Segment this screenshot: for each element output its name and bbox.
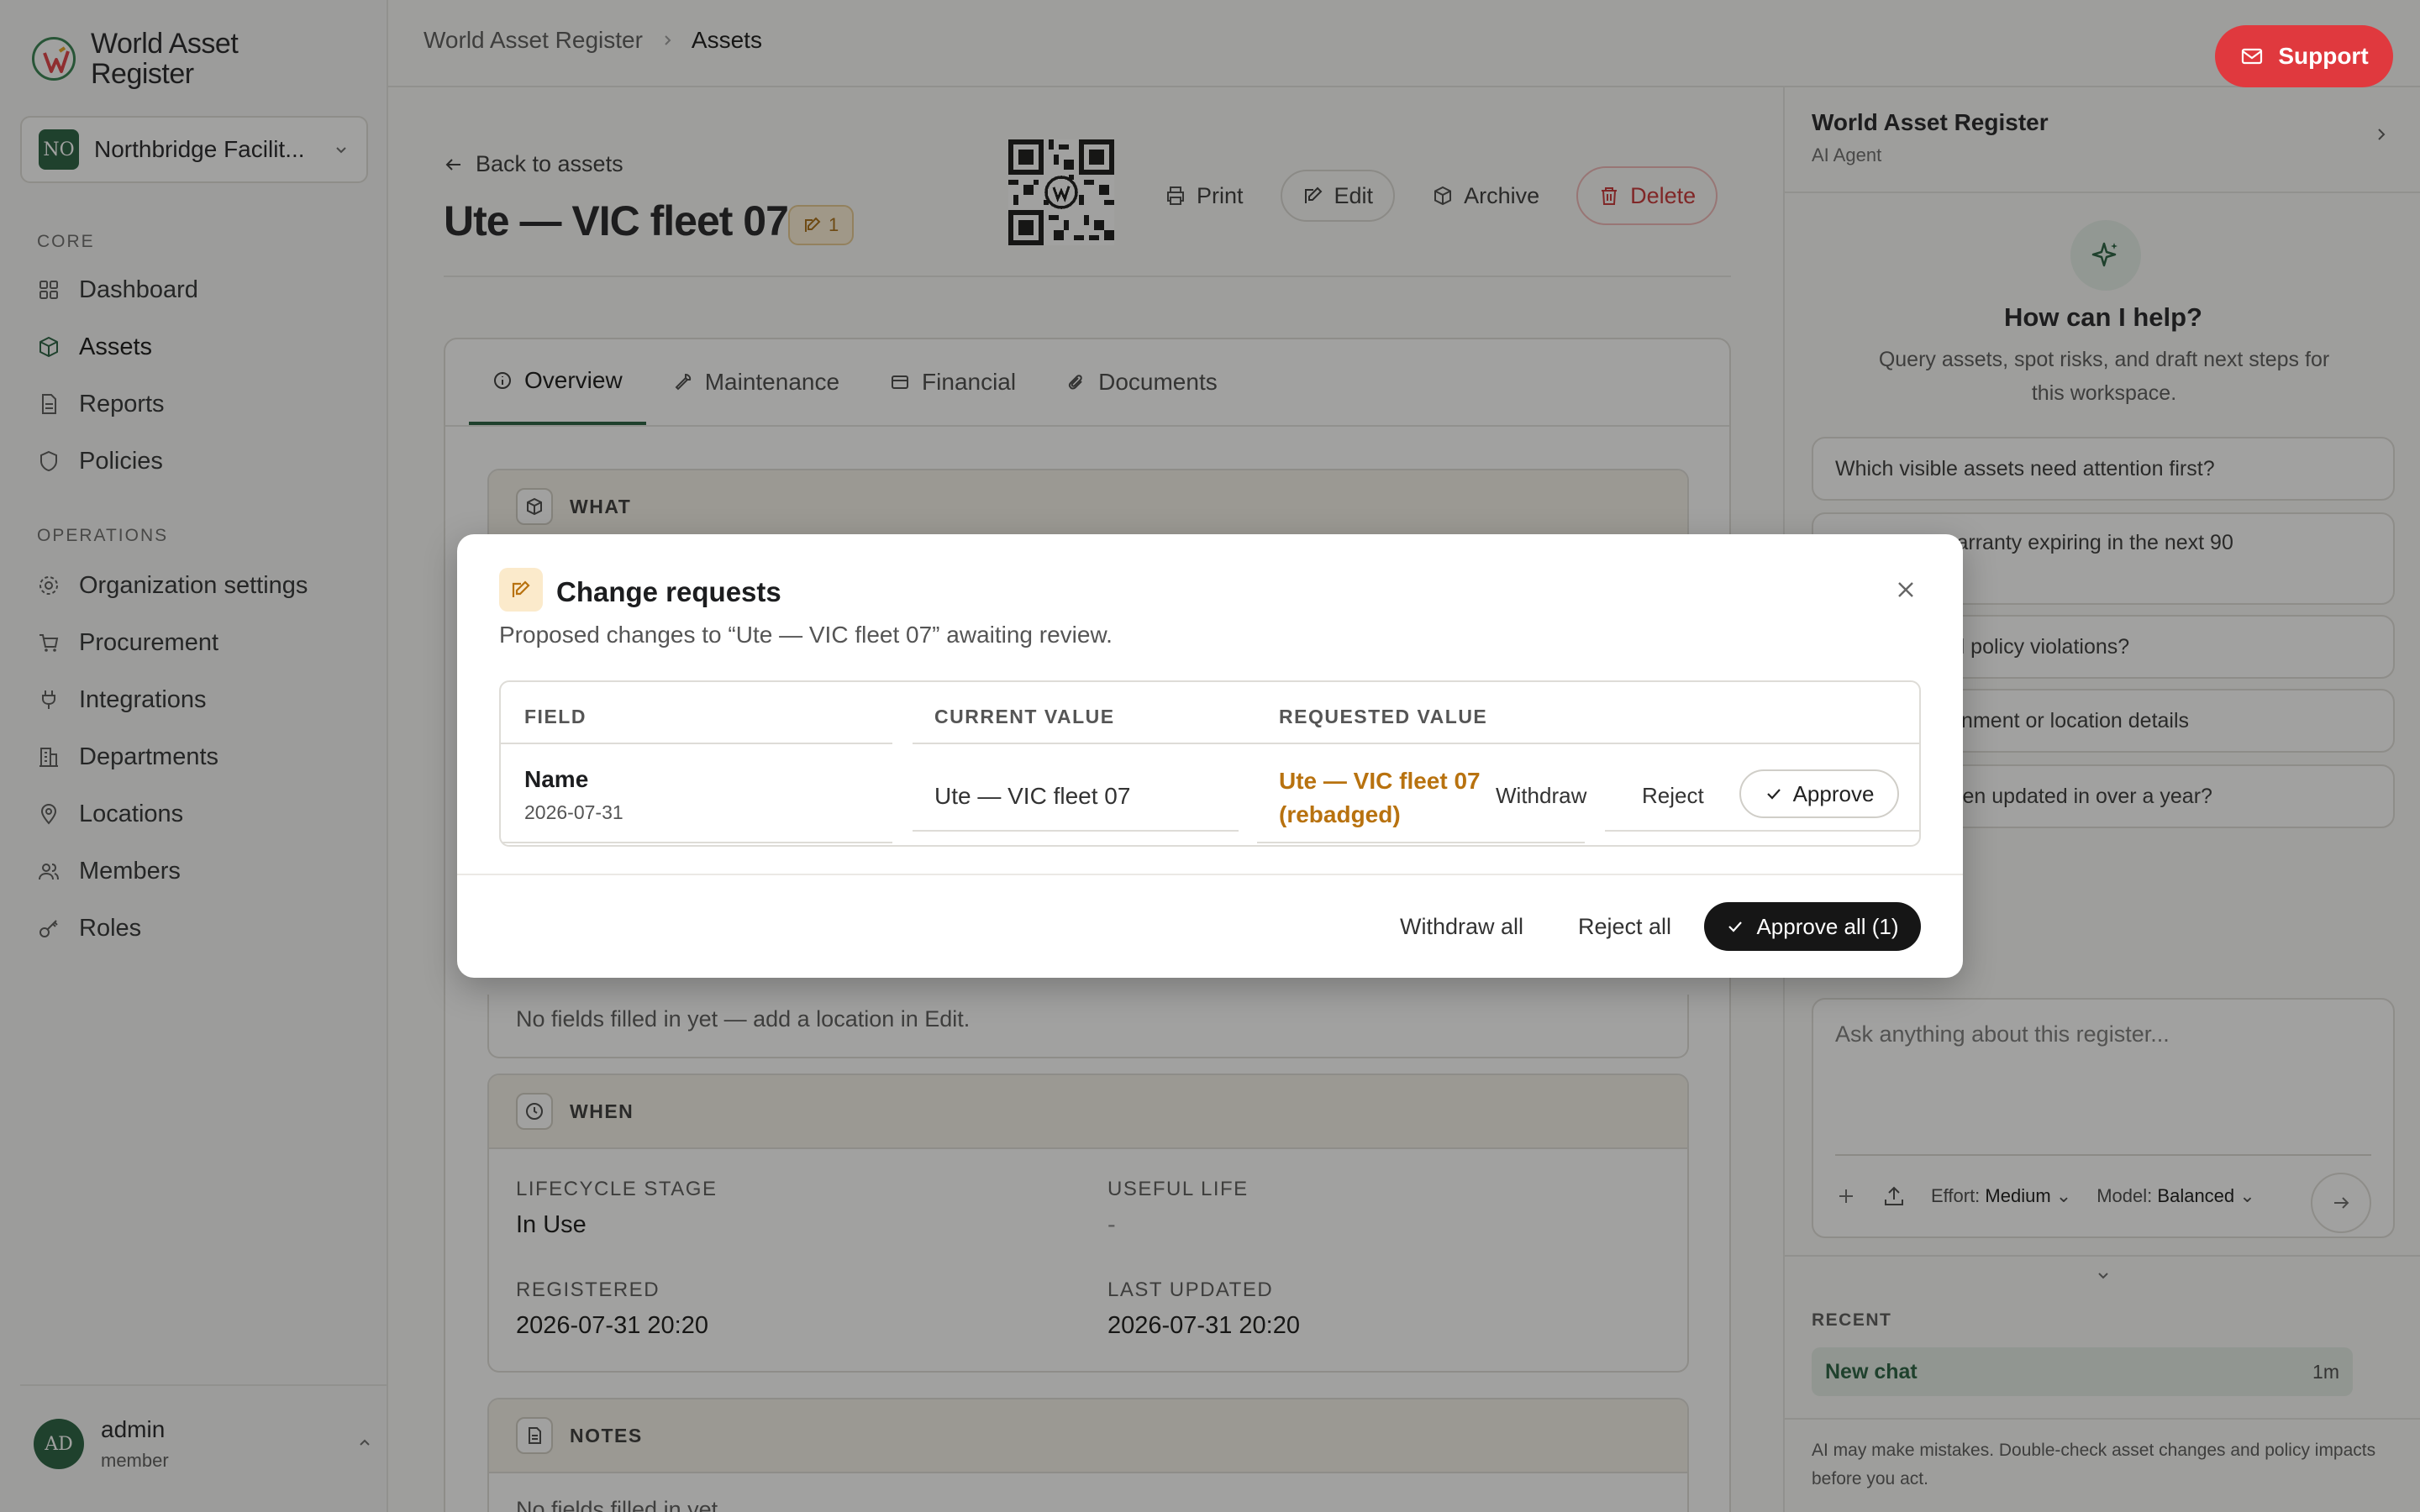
support-label: Support	[2278, 43, 2369, 69]
approve-button[interactable]: Approve	[1739, 769, 1899, 818]
change-requests-dialog: Change requests Proposed changes to “Ute…	[457, 534, 1963, 978]
row-divider	[1257, 842, 1585, 843]
row-divider	[1605, 830, 1919, 832]
column-header-requested-value: REQUESTED VALUE	[1279, 706, 1488, 727]
withdraw-all-button[interactable]: Withdraw all	[1400, 914, 1523, 940]
approve-all-label: Approve all (1)	[1756, 913, 1899, 939]
check-icon	[1766, 789, 1781, 800]
dialog-subtitle: Proposed changes to “Ute — VIC fleet 07”…	[499, 622, 1113, 648]
column-header-field: FIELD	[524, 706, 587, 727]
column-header-current-value: CURRENT VALUE	[934, 706, 1115, 727]
header-divider	[501, 743, 892, 744]
close-icon[interactable]	[1891, 575, 1921, 605]
row-divider	[501, 842, 892, 843]
edit-icon	[499, 568, 543, 612]
support-button[interactable]: Support	[2215, 25, 2393, 87]
dialog-footer-divider	[457, 874, 1963, 875]
row-divider	[913, 830, 1239, 832]
row-requested-value: Ute — VIC fleet 07 (rebadged)	[1279, 768, 1481, 827]
check-icon	[1728, 921, 1743, 932]
row-current-value: Ute — VIC fleet 07	[934, 783, 1131, 809]
row-field-name: Name	[524, 766, 589, 792]
change-requests-table: FIELD CURRENT VALUE REQUESTED VALUE Name…	[499, 680, 1921, 847]
mail-icon	[2242, 48, 2263, 65]
reject-all-button[interactable]: Reject all	[1578, 914, 1671, 940]
withdraw-button[interactable]: Withdraw	[1496, 783, 1586, 809]
header-divider	[913, 743, 1919, 744]
approve-label: Approve	[1792, 780, 1875, 806]
dialog-title: Change requests	[556, 576, 781, 607]
app-root: World Asset Register NO Northbridge Faci…	[0, 0, 2420, 1512]
row-field-date: 2026-07-31	[524, 801, 623, 823]
approve-all-button[interactable]: Approve all (1)	[1704, 902, 1921, 951]
reject-button[interactable]: Reject	[1642, 783, 1704, 809]
